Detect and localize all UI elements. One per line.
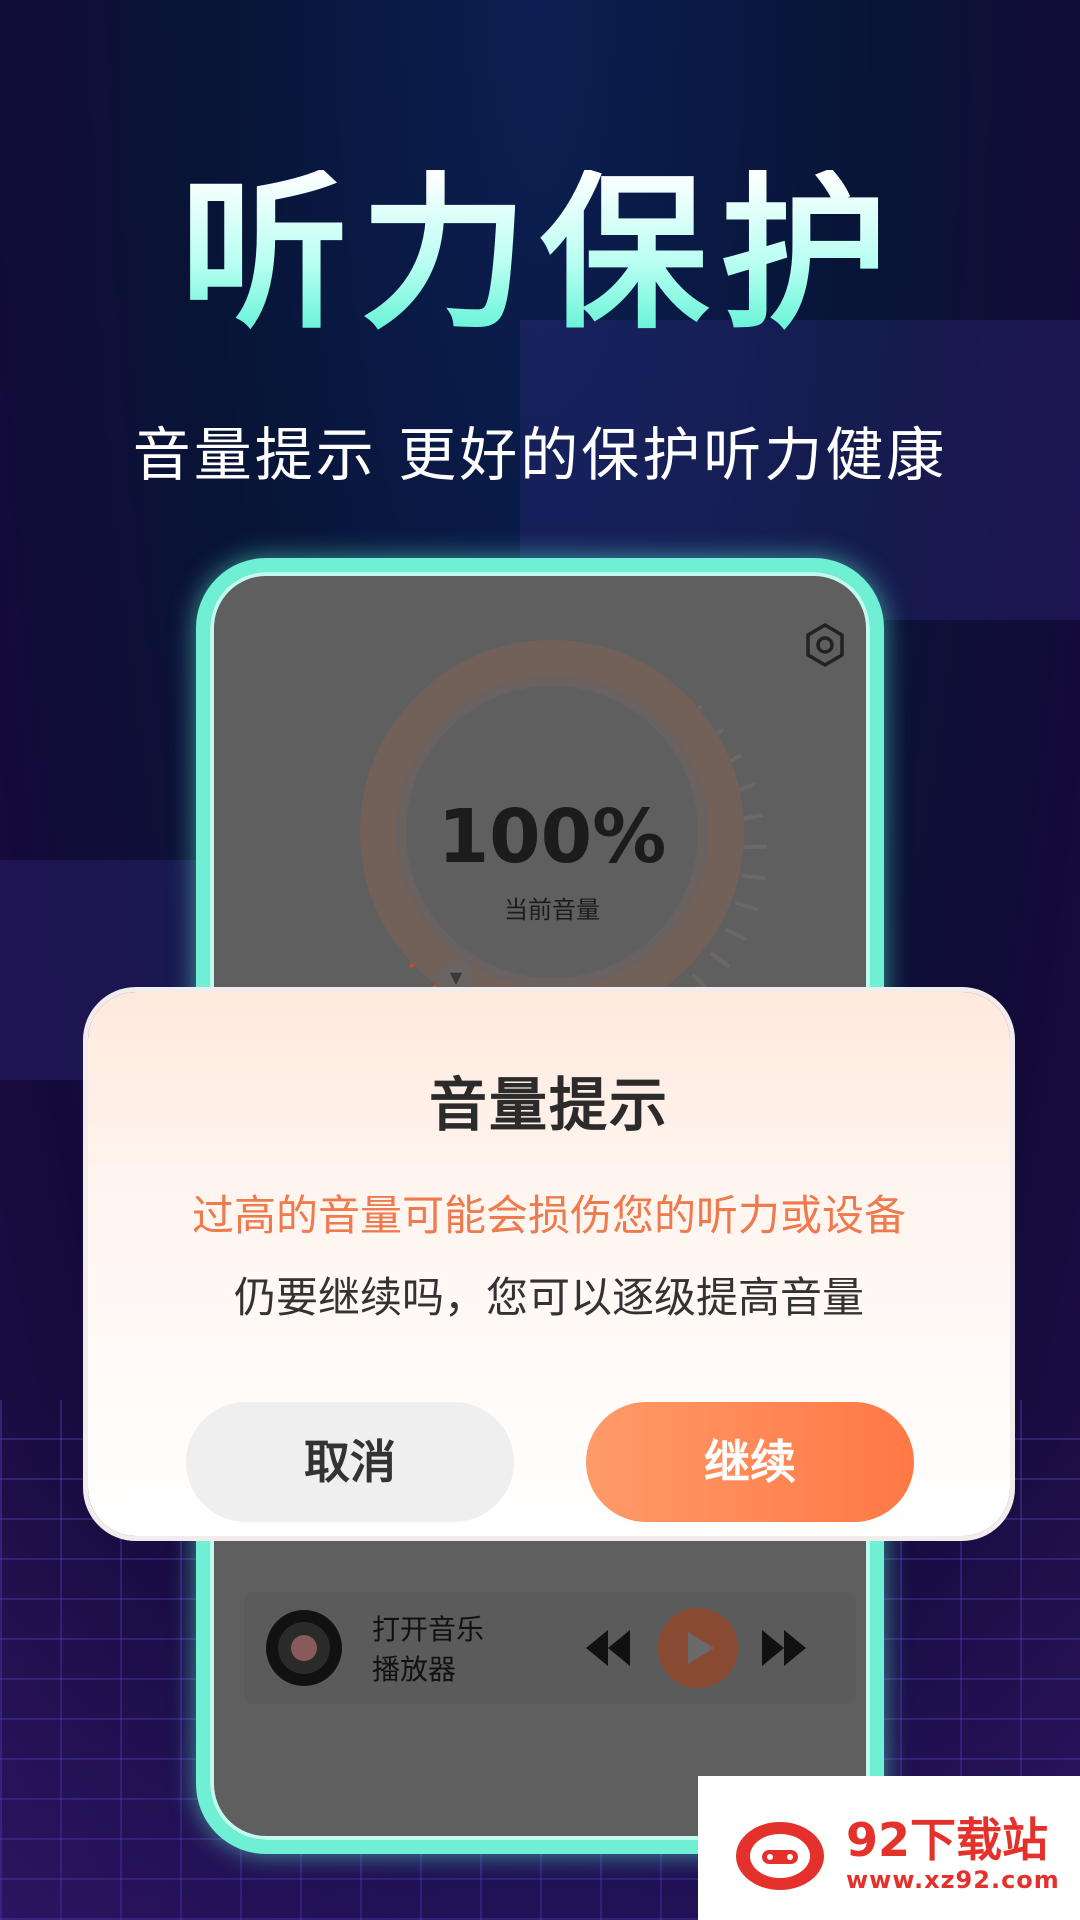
- gear-icon[interactable]: [802, 622, 848, 668]
- dial-knob-icon[interactable]: ▼: [438, 960, 474, 996]
- dial-tick: [742, 844, 767, 850]
- dial-tick: [724, 927, 747, 941]
- site-logo-icon: [736, 1822, 824, 1890]
- continue-button[interactable]: 继续: [586, 1402, 914, 1522]
- watermark-url: www.xz92.com: [846, 1866, 1060, 1894]
- next-track-icon[interactable]: [760, 1626, 808, 1670]
- music-player-bar: 打开音乐 播放器: [244, 1592, 856, 1704]
- hero-subtitle: 音量提示 更好的保护听力健康: [132, 421, 948, 489]
- disc-icon[interactable]: [264, 1608, 344, 1688]
- volume-warning-dialog: 音量提示 过高的音量可能会损伤您的听力或设备 仍要继续吗，您可以逐级提高音量 取…: [88, 992, 1010, 1536]
- player-title-line2[interactable]: 播放器: [372, 1650, 456, 1690]
- dial-tick: [691, 973, 710, 992]
- dialog-message: 仍要继续吗，您可以逐级提高音量: [233, 1273, 864, 1322]
- dial-tick: [710, 952, 731, 968]
- watermark-name: 92下载站: [846, 1813, 1049, 1867]
- cancel-button[interactable]: 取消: [186, 1402, 514, 1522]
- dial-tick: [735, 901, 759, 912]
- dial-tick: [741, 873, 766, 881]
- dial-tick: [739, 813, 764, 822]
- volume-label: 当前音量: [504, 896, 600, 924]
- watermark: 92下载站 www.xz92.com: [698, 1776, 1080, 1920]
- play-button[interactable]: [658, 1608, 738, 1688]
- volume-dial: 100% 当前音量: [406, 686, 698, 978]
- previous-track-icon[interactable]: [584, 1626, 632, 1670]
- player-title-line1[interactable]: 打开音乐: [372, 1610, 484, 1650]
- dialog-warning-text: 过高的音量可能会损伤您的听力或设备: [191, 1191, 906, 1240]
- play-icon: [688, 1632, 714, 1664]
- dialog-title: 音量提示: [428, 1071, 669, 1139]
- hero-title: 听力保护: [0, 170, 1080, 338]
- volume-value: 100%: [437, 794, 667, 880]
